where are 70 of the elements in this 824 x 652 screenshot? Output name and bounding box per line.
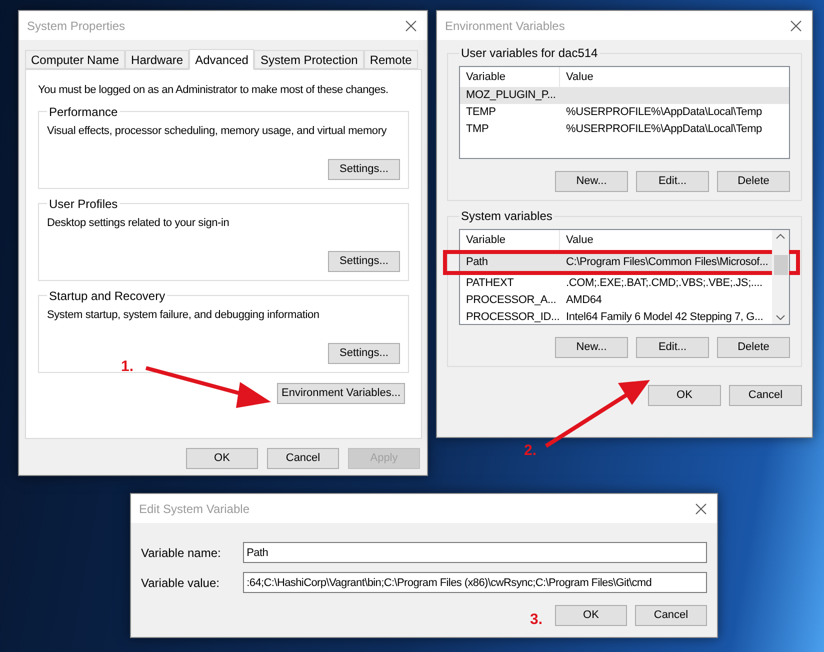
variable-name: TMP <box>465 122 490 138</box>
list-row[interactable]: Path C:\Program Files\Common Files\Microsof... <box>460 254 772 271</box>
variable-value: Intel64 Family 6 Model 42 Stepping 7, G... <box>565 310 764 326</box>
column-header: Variable <box>460 230 560 250</box>
variable-name: Path <box>465 255 489 270</box>
variable-value: AMD64 <box>565 293 602 308</box>
list-row[interactable]: MOZ_PLUGIN_P... <box>460 87 789 104</box>
list-row[interactable]: PROCESSOR_A... AMD64 <box>460 292 772 309</box>
push-button[interactable]: Delete <box>717 337 790 358</box>
push-button[interactable]: Cancel <box>267 448 339 469</box>
push-button[interactable]: Environment Variables... <box>277 382 405 404</box>
list-row[interactable]: PATHEXT .COM;.EXE;.BAT;.CMD;.VBS;.VBE;.JS;.... <box>460 275 772 292</box>
variable-name: TEMP <box>465 105 497 120</box>
input-field[interactable]: :64;C:\HashiCorp\Vagrant\bin;C:\Program Files (x86)\cwRsync;C:\Program Files\Git\cmd <box>242 572 707 593</box>
group-title: Performance <box>48 104 119 120</box>
variable-name: PROCESSOR_ID... <box>465 310 560 326</box>
variable-name: PROCESSOR_A... <box>465 293 558 308</box>
tab[interactable]: Computer Name <box>25 50 126 69</box>
column-header: Value <box>565 232 594 248</box>
group-description: Visual effects, processor scheduling, memory usage, and virtual memory <box>47 124 388 138</box>
variable-value: %USERPROFILE%\AppData\Local\Temp <box>565 105 762 120</box>
field-label: Variable value: <box>141 574 220 592</box>
close-icon[interactable] <box>695 502 707 514</box>
group-title: User Profiles <box>48 196 119 212</box>
close-icon[interactable] <box>405 20 417 32</box>
push-button[interactable]: Settings... <box>328 342 400 364</box>
push-button[interactable]: New... <box>555 171 628 192</box>
close-icon[interactable] <box>790 20 802 32</box>
input-field[interactable]: Path <box>242 542 707 563</box>
scroll-down-icon[interactable] <box>776 315 785 320</box>
variable-value: .COM;.EXE;.BAT;.CMD;.VBS;.VBE;.JS;.... <box>565 276 762 292</box>
tab[interactable]: Advanced <box>189 49 254 70</box>
tab[interactable]: Remote <box>364 50 418 69</box>
push-button[interactable]: Delete <box>717 171 790 192</box>
push-button[interactable]: Cancel <box>635 605 707 626</box>
step-label: 1. <box>121 357 134 377</box>
variable-name: MOZ_PLUGIN_P... <box>465 88 557 104</box>
window-title: System Properties <box>27 18 126 34</box>
push-button[interactable]: Edit... <box>636 171 709 192</box>
group-description: System startup, system failure, and debugging information <box>47 308 320 322</box>
push-button[interactable]: New... <box>555 337 628 358</box>
group-title: Startup and Recovery <box>48 288 166 304</box>
push-button[interactable]: Cancel <box>729 385 802 406</box>
push-button[interactable]: Settings... <box>328 158 400 180</box>
group-description: Desktop settings related to your sign-in <box>47 216 230 230</box>
window-title: Edit System Variable <box>139 500 250 518</box>
scroll-up-icon[interactable] <box>776 234 785 239</box>
push-button[interactable]: OK <box>555 605 627 626</box>
field-label: Variable name: <box>141 544 222 562</box>
step-label: 3. <box>530 610 543 630</box>
variable-name: PATHEXT <box>465 276 515 292</box>
tab[interactable]: System Protection <box>254 50 364 69</box>
column-header: Value <box>565 70 594 85</box>
scroll-thumb[interactable] <box>774 255 788 275</box>
variable-value: %USERPROFILE%\AppData\Local\Temp <box>565 122 762 138</box>
list-row[interactable]: TEMP %USERPROFILE%\AppData\Local\Temp <box>460 104 789 121</box>
variable-value: C:\Program Files\Common Files\Microsof... <box>565 255 768 270</box>
tab[interactable]: Hardware <box>125 50 190 69</box>
group-title: System variables <box>460 208 554 225</box>
group-title: User variables for dac514 <box>460 45 599 62</box>
list-row[interactable]: PROCESSOR_ID... Intel64 Family 6 Model 42 Stepping 7, G... <box>460 309 772 326</box>
push-button[interactable]: Settings... <box>328 250 400 272</box>
push-button[interactable]: OK <box>648 385 721 406</box>
notice-text: You must be logged on as an Administrator to make most of these changes. <box>38 83 390 98</box>
push-button[interactable]: OK <box>186 448 258 469</box>
step-label: 2. <box>524 441 537 461</box>
push-button[interactable]: Edit... <box>636 337 709 358</box>
scrollbar[interactable] <box>772 230 789 324</box>
window-title: Environment Variables <box>445 18 565 34</box>
list-row[interactable]: TMP %USERPROFILE%\AppData\Local\Temp <box>460 121 789 138</box>
